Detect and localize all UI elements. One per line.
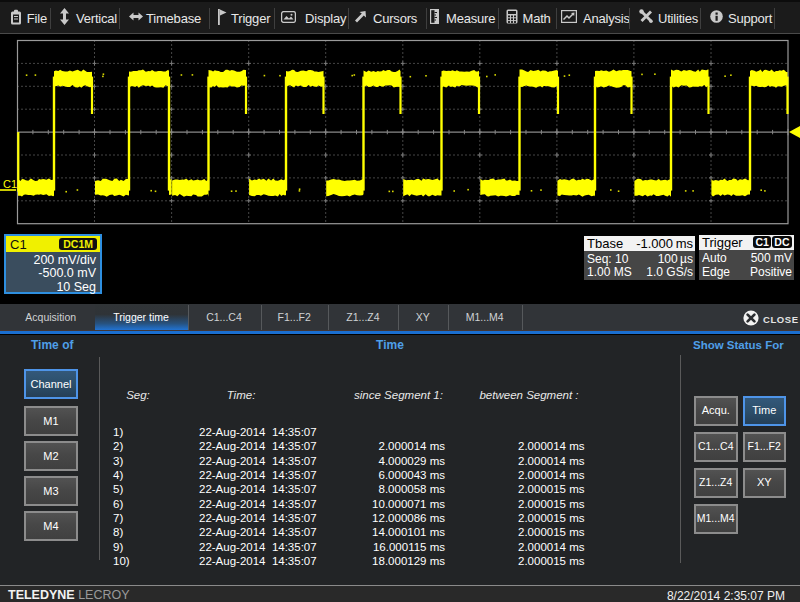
- svg-text:C1: C1: [3, 178, 17, 190]
